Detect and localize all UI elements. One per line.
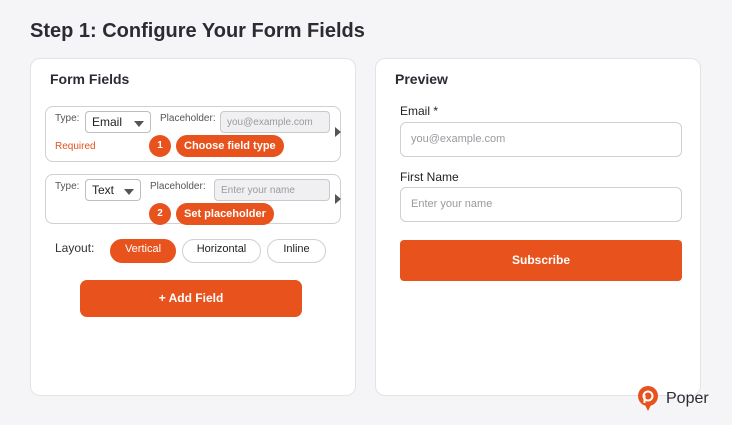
field-card-email[interactable]: Type: Email Placeholder: you@example.com… [45, 106, 341, 162]
type-select-value: Email [92, 115, 123, 129]
form-fields-panel: Form Fields Type: Email Placeholder: you… [30, 58, 356, 396]
placeholder-label: Placeholder: [160, 113, 216, 124]
layout-option-horizontal[interactable]: Horizontal [182, 239, 261, 263]
preview-email-input[interactable]: you@example.com [400, 122, 682, 157]
step-tooltip: Set placeholder [176, 203, 274, 225]
preview-email-label: Email * [400, 104, 439, 118]
step-number-badge: 2 [149, 203, 171, 225]
step-tooltip: Choose field type [176, 135, 284, 157]
type-select[interactable]: Email [85, 111, 151, 133]
layout-option-inline[interactable]: Inline [267, 239, 326, 263]
page-title: Step 1: Configure Your Form Fields [30, 20, 365, 42]
layout-option-vertical[interactable]: Vertical [110, 239, 176, 263]
poper-logo-icon [638, 386, 658, 411]
type-select-value: Text [92, 183, 115, 197]
required-label: Required [55, 141, 96, 152]
type-label: Type: [55, 113, 80, 124]
subscribe-button[interactable]: Subscribe [400, 240, 682, 281]
field-card-text[interactable]: Type: Text Placeholder: Enter your name … [45, 174, 341, 225]
chevron-down-icon [134, 121, 144, 127]
step-number-badge: 1 [149, 135, 171, 157]
preview-first-name-label: First Name [400, 170, 459, 184]
brand-name: Poper [666, 390, 709, 407]
placeholder-label: Placeholder: [150, 181, 206, 192]
chevron-down-icon [124, 189, 134, 195]
preview-first-name-input[interactable]: Enter your name [400, 187, 682, 222]
form-fields-title: Form Fields [50, 71, 130, 87]
preview-title: Preview [395, 71, 448, 87]
expand-arrow-icon[interactable] [335, 194, 341, 204]
type-select[interactable]: Text [85, 179, 141, 201]
placeholder-input[interactable]: Enter your name [214, 179, 330, 201]
add-field-button[interactable]: + Add Field [80, 280, 302, 317]
expand-arrow-icon[interactable] [335, 127, 341, 137]
type-label: Type: [55, 181, 80, 192]
placeholder-input[interactable]: you@example.com [220, 111, 330, 133]
preview-panel: Preview Email * you@example.com First Na… [375, 58, 701, 396]
layout-label: Layout: [55, 241, 95, 255]
